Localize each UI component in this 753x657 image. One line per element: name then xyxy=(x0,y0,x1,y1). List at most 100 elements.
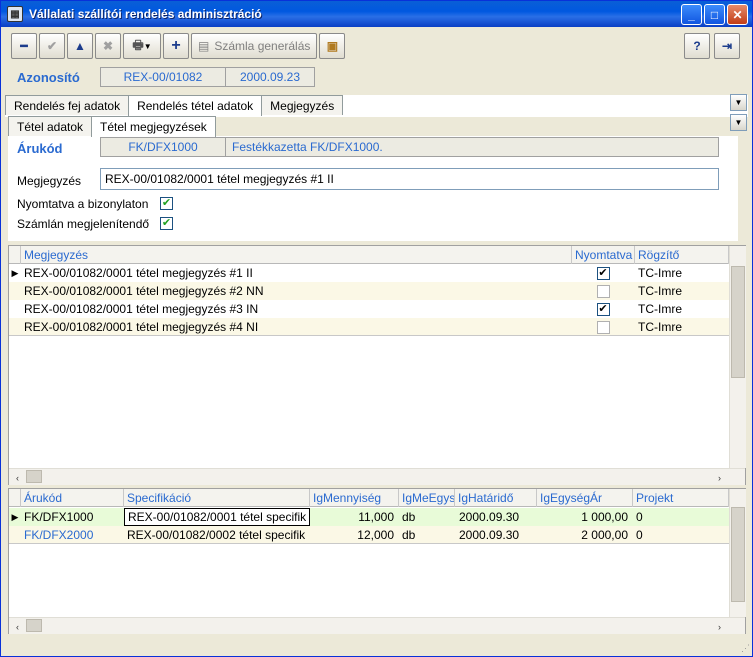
project-cell: 0 xyxy=(636,528,643,542)
add-button[interactable]: + xyxy=(163,33,189,59)
recorder-cell: TC-Imre xyxy=(638,266,682,280)
col-header-printed[interactable]: Nyomtatva xyxy=(572,246,635,264)
col-header-note[interactable]: Megjegyzés xyxy=(21,246,572,264)
row-indicator-header xyxy=(9,489,21,507)
table-row[interactable]: ▶ REX-00/01082/0001 tétel megjegyzés #1 … xyxy=(9,264,729,282)
col-header-project[interactable]: Projekt xyxy=(633,489,729,507)
maximize-button[interactable]: □ xyxy=(704,4,725,25)
col-header-product-code[interactable]: Árukód xyxy=(21,489,124,507)
tab-dropdown-button[interactable]: ▼ xyxy=(730,94,747,111)
quantity-cell: 12,000 xyxy=(357,528,394,542)
current-row-icon: ▶ xyxy=(11,267,19,278)
up-arrow-icon: ▲ xyxy=(74,39,86,53)
specification-cell: REX-00/01082/0002 tétel specifik xyxy=(127,528,306,542)
invoice-visible-checkbox[interactable]: ✔ xyxy=(160,217,173,230)
product-code-cell: FK/DFX1000 xyxy=(24,510,94,524)
tab-item-data[interactable]: Tétel adatok xyxy=(8,116,93,136)
notes-horizontal-scrollbar[interactable]: ‹ › xyxy=(9,468,745,485)
help-icon: ? xyxy=(693,39,701,53)
col-header-quantity[interactable]: IgMennyiség xyxy=(310,489,399,507)
exit-button[interactable]: ⇥ xyxy=(714,33,740,59)
scroll-thumb[interactable] xyxy=(731,266,745,378)
recorder-cell: TC-Imre xyxy=(638,320,682,334)
exit-icon: ⇥ xyxy=(721,39,733,53)
note-cell: REX-00/01082/0001 tétel megjegyzés #4 NI xyxy=(24,320,259,334)
product-code-cell: FK/DFX2000 xyxy=(24,528,94,542)
subtab-dropdown-button[interactable]: ▼ xyxy=(730,114,747,131)
printed-checkbox[interactable]: ✔ xyxy=(596,266,610,280)
product-name-field: Festékkazetta FK/DFX1000. xyxy=(225,137,719,157)
id-row: Azonosító REX-00/01082 2000.09.23 xyxy=(11,67,741,89)
items-grid-header: Árukód Specifikáció IgMennyiség IgMeEgys… xyxy=(9,489,729,507)
project-cell: 0 xyxy=(636,510,643,524)
resize-grip-icon[interactable]: ⋰ xyxy=(741,643,750,654)
printer-icon: 🖶 xyxy=(132,37,144,52)
unit-price-cell: 2 000,00 xyxy=(581,528,628,542)
printed-checkbox[interactable]: ✔ xyxy=(160,197,173,210)
delete-button[interactable]: ━ xyxy=(11,33,37,59)
table-row[interactable]: FK/DFX2000 REX-00/01082/0002 tétel speci… xyxy=(9,526,729,544)
printed-checkbox[interactable] xyxy=(596,284,610,298)
col-header-specification[interactable]: Specifikáció xyxy=(124,489,310,507)
tab-notes[interactable]: Megjegyzés xyxy=(261,95,344,115)
chevron-down-icon: ▼ xyxy=(734,118,743,127)
invoice-generate-button[interactable]: ▤ Számla generálás xyxy=(191,33,318,59)
tab-order-header[interactable]: Rendelés fej adatok xyxy=(5,95,130,115)
scroll-left-icon[interactable]: ‹ xyxy=(9,469,26,486)
table-row[interactable]: ▶ FK/DFX1000 REX-00/01082/0001 tétel spe… xyxy=(9,508,729,526)
window-title: Vállalati szállítói rendelés adminisztrá… xyxy=(29,7,262,21)
scroll-left-icon[interactable]: ‹ xyxy=(9,618,26,635)
scroll-right-icon[interactable]: › xyxy=(711,469,728,486)
printed-checkbox[interactable]: ✔ xyxy=(596,302,610,316)
note-input[interactable]: REX-00/01082/0001 tétel megjegyzés #1 II xyxy=(100,168,719,190)
items-vertical-scrollbar[interactable] xyxy=(729,489,746,617)
scroll-thumb[interactable] xyxy=(26,619,42,632)
printed-checkbox[interactable] xyxy=(596,320,610,334)
col-header-recorder[interactable]: Rögzítő xyxy=(635,246,729,264)
unit-cell: db xyxy=(402,528,416,542)
close-button[interactable]: ✕ xyxy=(727,4,748,25)
invoice-generate-label: Számla generálás xyxy=(214,39,311,53)
printed-cell[interactable] xyxy=(572,282,635,300)
col-header-unit-price[interactable]: IgEgységÁr xyxy=(537,489,633,507)
printed-cell[interactable]: ✔ xyxy=(572,300,635,318)
quantity-cell: 11,000 xyxy=(358,510,394,524)
note-cell: REX-00/01082/0001 tétel megjegyzés #2 NN xyxy=(24,284,264,298)
specification-cell[interactable]: REX-00/01082/0001 tétel specifik xyxy=(124,508,310,526)
scroll-thumb[interactable] xyxy=(731,507,745,602)
document-button[interactable]: ▣ xyxy=(319,33,346,59)
move-up-button[interactable]: ▲ xyxy=(67,33,93,59)
notes-vertical-scrollbar[interactable] xyxy=(729,246,746,468)
help-button[interactable]: ? xyxy=(684,33,710,59)
minus-icon: ━ xyxy=(20,39,28,53)
table-row[interactable]: REX-00/01082/0001 tétel megjegyzés #2 NN… xyxy=(9,282,729,300)
notes-grid-header: Megjegyzés Nyomtatva Rögzítő xyxy=(9,246,729,264)
print-button[interactable]: 🖶 ▼ xyxy=(123,33,161,59)
table-row[interactable]: REX-00/01082/0001 tétel megjegyzés #3 IN… xyxy=(9,300,729,318)
scroll-right-icon[interactable]: › xyxy=(711,618,728,635)
printed-label: Nyomtatva a bizonylaton xyxy=(17,197,149,211)
minimize-button[interactable]: _ xyxy=(681,4,702,25)
date-field: 2000.09.23 xyxy=(225,67,315,87)
plus-icon: + xyxy=(171,37,181,54)
note-label: Megjegyzés xyxy=(17,174,82,188)
row-indicator-header xyxy=(9,246,21,264)
confirm-button[interactable]: ✔ xyxy=(39,33,65,59)
table-row[interactable]: REX-00/01082/0001 tétel megjegyzés #4 NI… xyxy=(9,318,729,336)
col-header-unit[interactable]: IgMeEgys xyxy=(399,489,455,507)
cancel-button[interactable]: ✖ xyxy=(95,33,121,59)
invoice-icon: ▤ xyxy=(198,39,210,53)
title-bar: ▦ Vállalati szállítói rendelés adminiszt… xyxy=(1,1,752,27)
tab-item-notes[interactable]: Tétel megjegyzések xyxy=(91,116,216,137)
main-window: ▦ Vállalati szállítói rendelés adminiszt… xyxy=(0,0,753,657)
col-header-due-date[interactable]: IgHatáridő xyxy=(455,489,537,507)
unit-price-cell: 1 000,00 xyxy=(581,510,628,524)
chevron-down-icon: ▼ xyxy=(143,41,152,51)
printed-cell[interactable] xyxy=(572,318,635,336)
tab-order-items[interactable]: Rendelés tétel adatok xyxy=(128,95,263,116)
items-horizontal-scrollbar[interactable]: ‹ › xyxy=(9,617,745,634)
scroll-thumb[interactable] xyxy=(26,470,42,483)
id-label: Azonosító xyxy=(17,70,80,85)
due-date-cell: 2000.09.30 xyxy=(459,510,520,524)
printed-cell[interactable]: ✔ xyxy=(572,264,635,282)
